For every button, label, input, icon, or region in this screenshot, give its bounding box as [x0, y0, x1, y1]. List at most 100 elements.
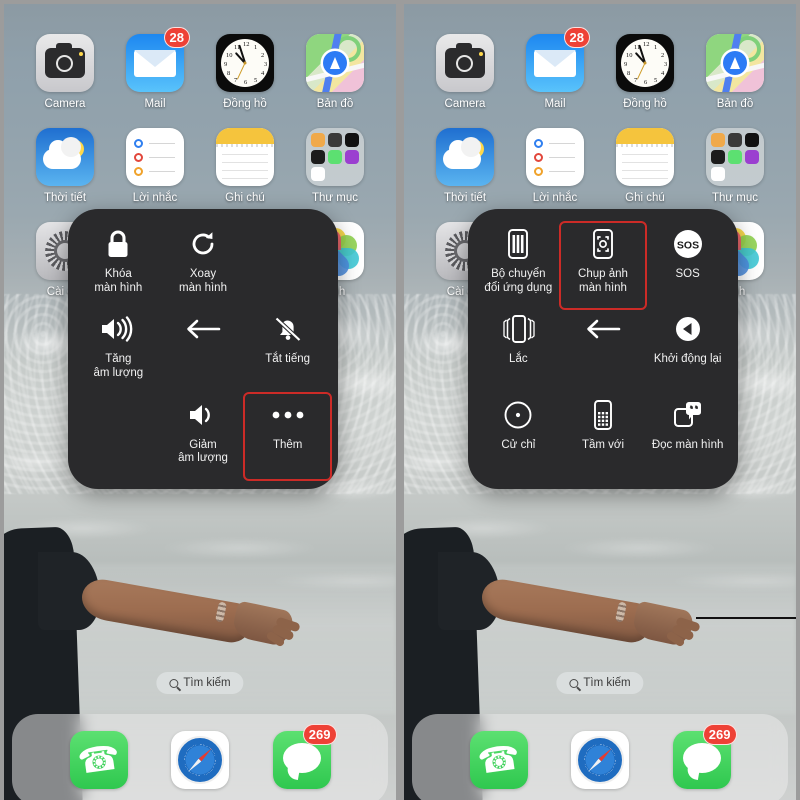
at-item-back[interactable] — [161, 308, 246, 393]
maps-icon — [706, 34, 764, 92]
reminders-icon — [526, 128, 584, 186]
at-item-label: Thêm — [272, 438, 303, 451]
app-notes[interactable]: Ghi chú — [600, 128, 690, 204]
at-item-lock-screen[interactable]: Khóa màn hình — [76, 223, 161, 308]
app-folder[interactable]: Thư mục — [690, 128, 780, 204]
search-pill[interactable]: Tìm kiếm — [156, 672, 244, 694]
annotation-line — [696, 617, 796, 619]
reachability-icon — [591, 398, 615, 432]
app-clock[interactable]: 12 1 2 3 4 5 6 7 8 9 10 11 Đồng hồ — [600, 34, 690, 110]
at-item-reachability[interactable]: Tầm với — [561, 394, 646, 479]
dock-right: ☎ 269 — [412, 714, 788, 800]
app-label: Đồng hồ — [623, 98, 667, 110]
app-label: Bản đồ — [716, 98, 754, 110]
sos-icon: SOS — [672, 227, 704, 261]
app-maps[interactable]: Bản đồ — [690, 34, 780, 110]
safari-icon — [171, 731, 229, 789]
app-weather[interactable]: Thời tiết — [420, 128, 510, 204]
volume-up-icon — [100, 312, 136, 346]
app-label: Camera — [444, 98, 486, 110]
app-camera[interactable]: Camera — [20, 34, 110, 110]
dock-left: ☎ 269 — [12, 714, 388, 800]
dock-app-safari[interactable] — [171, 731, 229, 789]
svg-text:SOS: SOS — [677, 240, 699, 252]
back-arrow-icon — [184, 312, 222, 346]
search-pill[interactable]: Tìm kiếm — [556, 672, 644, 694]
at-item-volume-down[interactable]: Giảm âm lượng — [161, 394, 246, 479]
rotate-icon — [188, 227, 218, 261]
app-reminders[interactable]: Lời nhắc — [110, 128, 200, 204]
shake-icon — [499, 312, 537, 346]
at-item-label: Tăng âm lượng — [93, 353, 144, 379]
phone-icon: ☎ — [69, 731, 128, 789]
app-label: Lời nhắc — [132, 192, 178, 204]
dock-app-phone[interactable]: ☎ — [469, 731, 528, 789]
weather-icon — [436, 128, 494, 186]
app-label: Thư mục — [711, 192, 759, 204]
at-item-label: Chụp ảnh màn hình — [578, 268, 628, 294]
at-item-restart[interactable]: Khởi động lại — [645, 308, 730, 393]
phone-screen-left: Camera 28 Mail 12 1 2 3 4 5 6 7 8 9 10 1… — [4, 4, 396, 800]
at-item-label: Lắc — [509, 353, 528, 366]
at-item-label: Tầm với — [581, 438, 625, 451]
app-switcher-icon — [506, 227, 530, 261]
phone-screen-right: Camera 28 Mail 12 1 2 3 4 5 6 7 8 9 10 1… — [404, 4, 796, 800]
app-label: Ghi chú — [625, 192, 665, 204]
safari-icon — [571, 731, 629, 789]
screenshot-icon — [591, 227, 615, 261]
notification-badge: 269 — [302, 724, 337, 745]
app-clock[interactable]: 12 1 2 3 4 5 6 7 8 9 10 11 Đồng hồ — [200, 34, 290, 110]
back-arrow-icon — [584, 312, 622, 346]
at-item-back[interactable] — [561, 308, 646, 393]
app-label: Mail — [544, 98, 566, 110]
phone-icon: ☎ — [469, 731, 528, 789]
at-item-label: Đọc màn hình — [651, 438, 724, 451]
gesture-icon — [502, 398, 534, 432]
dock-app-safari[interactable] — [571, 731, 629, 789]
app-camera[interactable]: Camera — [420, 34, 510, 110]
search-icon — [569, 678, 579, 688]
app-label: Thư mục — [311, 192, 359, 204]
assistivetouch-menu-left: Khóa màn hình Xoay màn hình Tăng âm lượn… — [68, 209, 338, 489]
dock-app-messages[interactable]: 269 — [672, 724, 737, 789]
app-reminders[interactable]: Lời nhắc — [510, 128, 600, 204]
notification-badge: 28 — [163, 27, 190, 48]
app-label: Thời tiết — [443, 192, 487, 204]
at-item-app-switcher[interactable]: Bộ chuyển đổi ứng dụng — [476, 223, 561, 308]
bell-slash-icon — [273, 312, 303, 346]
at-item-label: Khóa màn hình — [94, 268, 143, 294]
folder-icon — [706, 128, 764, 186]
app-notes[interactable]: Ghi chú — [200, 128, 290, 204]
at-item-mute[interactable]: Tắt tiếng — [245, 308, 330, 393]
dock-app-messages[interactable]: 269 — [272, 724, 337, 789]
at-item-shake[interactable]: Lắc — [476, 308, 561, 393]
at-item-label: Khởi động lại — [653, 353, 722, 366]
clock-icon: 12 1 2 3 4 5 6 7 8 9 10 11 — [216, 34, 274, 92]
dock-app-phone[interactable]: ☎ — [69, 731, 128, 789]
at-item-speak-screen[interactable]: Đọc màn hình — [645, 394, 730, 479]
camera-icon — [436, 34, 494, 92]
camera-icon — [36, 34, 94, 92]
at-item-label: Tắt tiếng — [265, 353, 311, 366]
at-item-rotate-screen[interactable]: Xoay màn hình — [161, 223, 246, 308]
app-folder[interactable]: Thư mục — [290, 128, 380, 204]
app-maps[interactable]: Bản đồ — [290, 34, 380, 110]
volume-down-icon — [188, 398, 218, 432]
at-item-more[interactable]: Thêm — [243, 391, 332, 482]
at-item-label: Giảm âm lượng — [178, 438, 228, 465]
reminders-icon — [126, 128, 184, 186]
at-item-volume-up[interactable]: Tăng âm lượng — [76, 308, 161, 393]
notes-icon — [616, 128, 674, 186]
app-label: Đồng hồ — [223, 98, 267, 110]
app-label: Thời tiết — [43, 192, 87, 204]
at-item-screenshot[interactable]: Chụp ảnh màn hình — [558, 220, 648, 311]
app-label: Ghi chú — [225, 192, 265, 204]
app-mail[interactable]: 28 Mail — [510, 27, 600, 110]
at-item-gestures[interactable]: Cử chỉ — [476, 394, 561, 479]
at-item-sos[interactable]: SOS SOS — [645, 223, 730, 308]
notification-badge: 28 — [563, 27, 590, 48]
app-mail[interactable]: 28 Mail — [110, 27, 200, 110]
clock-icon: 12 1 2 3 4 5 6 7 8 9 10 11 — [616, 34, 674, 92]
app-weather[interactable]: Thời tiết — [20, 128, 110, 204]
app-label: Lời nhắc — [532, 192, 578, 204]
